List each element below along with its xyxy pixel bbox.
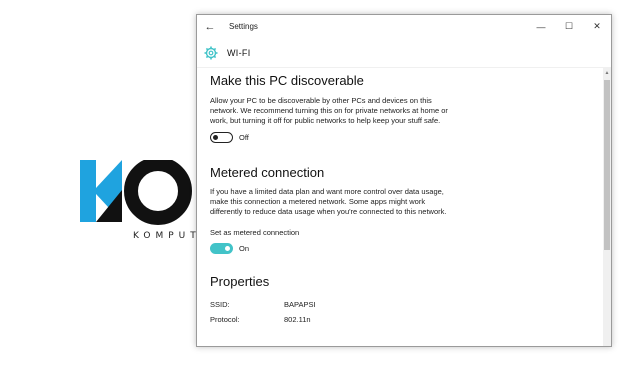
property-key: SSID:	[210, 300, 230, 309]
metered-set-label: Set as metered connection	[210, 228, 300, 237]
vertical-scrollbar[interactable]: ▲	[603, 68, 611, 346]
property-value: BAPAPSI	[284, 300, 316, 309]
toggle-knob	[225, 246, 230, 251]
metered-toggle[interactable]	[210, 243, 233, 254]
logo-subtitle: KOMPUT	[133, 231, 201, 241]
scroll-thumb[interactable]	[604, 80, 610, 250]
discoverable-toggle-label: Off	[239, 133, 249, 142]
metered-description: If you have a limited data plan and want…	[210, 187, 447, 216]
page-header: WI-FI	[197, 38, 611, 68]
discoverable-heading: Make this PC discoverable	[210, 73, 364, 88]
metered-heading: Metered connection	[210, 165, 325, 180]
property-row: SSID: BAPAPSI	[210, 300, 590, 309]
window-controls: — ☐ ✕	[527, 15, 611, 38]
metered-toggle-label: On	[239, 244, 250, 253]
title-bar: ← Settings — ☐ ✕	[197, 15, 611, 38]
property-value: 802.11n	[284, 315, 311, 324]
scroll-up-icon[interactable]: ▲	[604, 70, 610, 76]
gear-icon	[203, 45, 219, 61]
close-button[interactable]: ✕	[583, 15, 611, 38]
discoverable-toggle-row: Off	[210, 132, 590, 143]
page-title: WI-FI	[227, 47, 251, 58]
maximize-button[interactable]: ☐	[555, 15, 583, 38]
toggle-knob	[213, 134, 218, 140]
minimize-button[interactable]: —	[527, 15, 555, 38]
window-title: Settings	[229, 22, 258, 31]
back-arrow-icon[interactable]: ←	[197, 15, 223, 38]
discoverable-description: Allow your PC to be discoverable by othe…	[210, 96, 448, 125]
property-key: Protocol:	[210, 315, 240, 324]
discoverable-toggle[interactable]	[210, 132, 233, 143]
settings-content: Make this PC discoverable Allow your PC …	[210, 71, 590, 324]
properties-heading: Properties	[210, 274, 270, 289]
settings-window: ← Settings — ☐ ✕ WI-FI Make this PC disc…	[196, 14, 612, 347]
metered-toggle-row: On	[210, 243, 590, 254]
property-row: Protocol: 802.11n	[210, 315, 590, 324]
